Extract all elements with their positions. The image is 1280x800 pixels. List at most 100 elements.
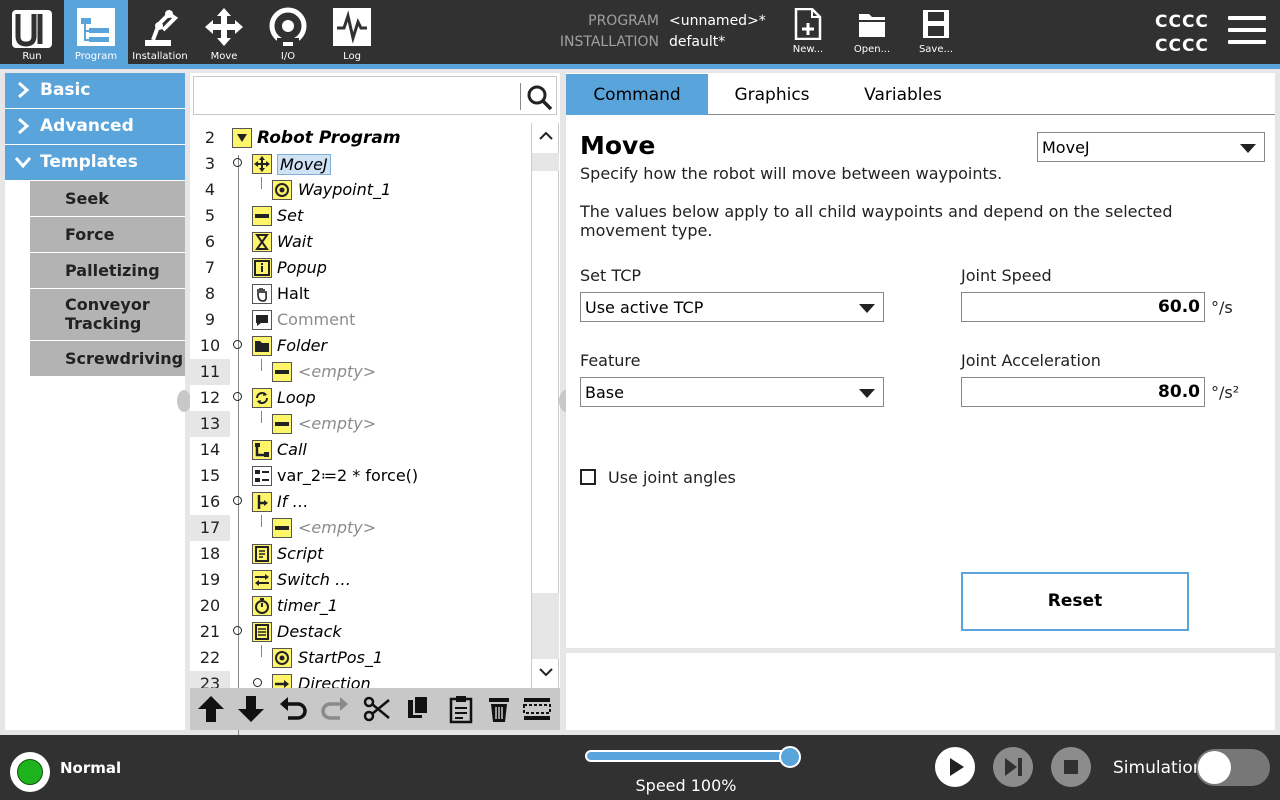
tree-row[interactable]: 22 StartPos_1: [190, 645, 530, 671]
feature-dropdown[interactable]: Base: [580, 377, 884, 407]
speed-slider-handle[interactable]: [779, 746, 801, 768]
stop-button[interactable]: [1051, 747, 1091, 787]
tree-row[interactable]: 7 Popup: [190, 255, 530, 281]
tree-row[interactable]: 23 Direction: [190, 671, 530, 688]
line-number: 15: [199, 466, 221, 485]
copy-icon[interactable]: [404, 694, 434, 724]
line-number: 3: [204, 154, 216, 173]
hamburger-menu-icon[interactable]: [1228, 16, 1266, 48]
tree-row[interactable]: 6 Wait: [190, 229, 530, 255]
scroll-position-marker: [532, 153, 559, 171]
template-conveyor-tracking[interactable]: Conveyor Tracking: [30, 289, 185, 340]
category-templates[interactable]: Templates: [5, 145, 185, 180]
delete-icon[interactable]: [484, 694, 514, 724]
nav-log[interactable]: Log: [320, 0, 384, 64]
expand-toggle-icon[interactable]: [233, 392, 242, 401]
move-type-dropdown[interactable]: MoveJ: [1037, 132, 1265, 162]
tree-row[interactable]: 21 Destack: [190, 619, 530, 645]
paste-icon[interactable]: [446, 694, 476, 724]
save-button[interactable]: Save...: [904, 0, 968, 64]
nav-io[interactable]: I/O: [256, 0, 320, 64]
expand-toggle-icon[interactable]: [233, 158, 242, 167]
tree-row[interactable]: 16 If …: [190, 489, 530, 515]
nav-program[interactable]: Program: [64, 0, 128, 64]
simulation-toggle[interactable]: [1196, 749, 1270, 786]
if-icon: [252, 492, 272, 512]
redo-icon[interactable]: [320, 694, 350, 724]
line-number: 17: [190, 515, 230, 541]
tree-row[interactable]: 18 Script: [190, 541, 530, 567]
speed-slider[interactable]: [585, 750, 791, 762]
tree-row[interactable]: 9 Comment: [190, 307, 530, 333]
use-joint-angles-checkbox[interactable]: [580, 469, 596, 485]
set-tcp-dropdown[interactable]: Use active TCP: [580, 292, 884, 322]
user-indicator: CCCC CCCC: [1155, 10, 1209, 58]
simulation-label: Simulation: [1113, 758, 1204, 778]
tree-row[interactable]: 13 <empty>: [190, 411, 530, 437]
cut-icon[interactable]: [362, 694, 392, 724]
tree-row[interactable]: 3 MoveJ: [190, 151, 530, 177]
header-accent-strip: [0, 64, 1280, 69]
tree-row[interactable]: 14 Call: [190, 437, 530, 463]
tree-scrollbar[interactable]: [531, 123, 559, 688]
scroll-thumb[interactable]: [532, 593, 559, 659]
search-icon[interactable]: [527, 85, 553, 111]
popup-icon: [252, 258, 272, 278]
node-label: Set: [277, 206, 304, 225]
nav-move-label: Move: [210, 51, 238, 62]
step-button[interactable]: [993, 747, 1033, 787]
tree-search-field[interactable]: [193, 76, 557, 115]
nav-move[interactable]: Move: [192, 0, 256, 64]
nav-installation-label: Installation: [132, 51, 188, 62]
template-seek[interactable]: Seek: [30, 181, 185, 216]
category-advanced[interactable]: Advanced: [5, 109, 185, 144]
play-button[interactable]: [935, 747, 975, 787]
expand-toggle-icon[interactable]: [233, 626, 242, 635]
tree-row[interactable]: 19 Switch …: [190, 567, 530, 593]
tree-row[interactable]: 10 Folder: [190, 333, 530, 359]
template-palletizing[interactable]: Palletizing: [30, 253, 185, 288]
values-description: The values below apply to all child wayp…: [580, 202, 1173, 240]
undo-icon[interactable]: [278, 694, 308, 724]
expand-toggle-icon[interactable]: [233, 340, 242, 349]
tree-row[interactable]: 20 timer_1: [190, 593, 530, 619]
expand-toggle-icon[interactable]: [233, 496, 242, 505]
move-down-icon[interactable]: [236, 694, 266, 724]
tree-row[interactable]: 12 Loop: [190, 385, 530, 411]
chevron-down-icon: [859, 389, 875, 398]
tree-row[interactable]: 5 Set: [190, 203, 530, 229]
search-separator: [520, 83, 521, 110]
tree-row[interactable]: 17 <empty>: [190, 515, 530, 541]
tab-variables[interactable]: Variables: [836, 74, 970, 115]
loop-icon: [252, 388, 272, 408]
robot-status-button[interactable]: [10, 752, 50, 792]
template-palletizing-label: Palletizing: [65, 261, 160, 280]
tree-row[interactable]: 4 Waypoint_1: [190, 177, 530, 203]
tab-graphics[interactable]: Graphics: [708, 74, 836, 115]
scroll-down-icon[interactable]: [538, 667, 554, 677]
tree-row[interactable]: 15 var_2≔2 * force(): [190, 463, 530, 489]
open-button[interactable]: Open...: [840, 0, 904, 64]
new-file-icon: [794, 8, 822, 40]
nav-run[interactable]: Run: [0, 0, 64, 64]
expand-toggle-icon[interactable]: [253, 678, 262, 687]
reset-button[interactable]: Reset: [961, 572, 1189, 631]
template-force[interactable]: Force: [30, 217, 185, 252]
scroll-up-icon[interactable]: [538, 131, 554, 141]
joint-speed-field[interactable]: 60.0: [961, 292, 1205, 322]
template-screwdriving[interactable]: Screwdriving: [30, 341, 185, 376]
tree-row[interactable]: 8 Halt: [190, 281, 530, 307]
node-label: Destack: [277, 622, 342, 641]
move-up-icon[interactable]: [196, 694, 226, 724]
tab-command[interactable]: Command: [566, 74, 708, 115]
nav-installation[interactable]: Installation: [128, 0, 192, 64]
tree-row[interactable]: 2 Robot Program: [190, 125, 530, 151]
tree-row[interactable]: 11 <empty>: [190, 359, 530, 385]
category-basic[interactable]: Basic: [5, 73, 185, 108]
joint-acceleration-field[interactable]: 80.0: [961, 377, 1205, 407]
suppress-icon[interactable]: [522, 694, 552, 724]
sidebar-collapse-handle[interactable]: [177, 390, 191, 412]
line-number: 19: [199, 570, 221, 589]
tree-toolbar: [190, 688, 560, 730]
new-button[interactable]: New...: [776, 0, 840, 64]
